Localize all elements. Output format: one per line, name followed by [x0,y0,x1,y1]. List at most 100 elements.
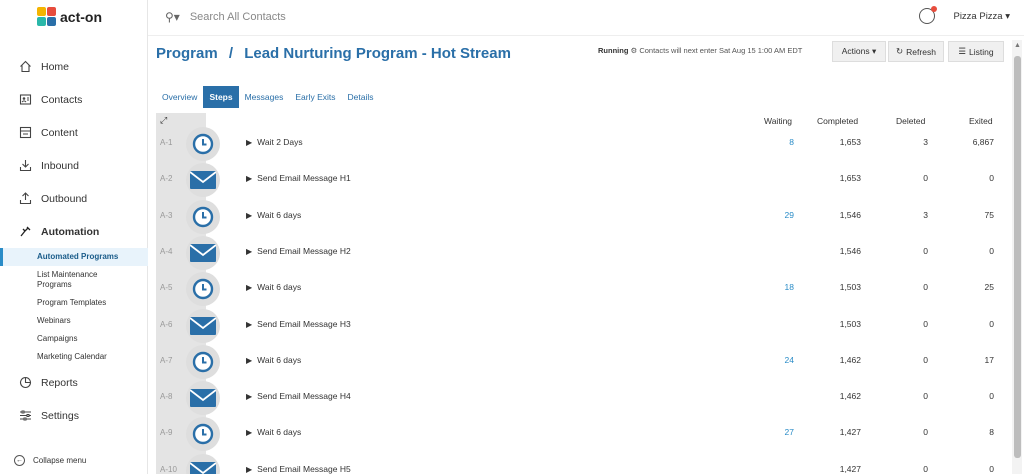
cell-waiting[interactable]: 18 [734,282,794,292]
step-name[interactable]: ▶ Wait 6 days [246,355,301,365]
breadcrumb: Program / Lead Nurturing Program - Hot S… [156,45,511,62]
subnav-webinars[interactable]: Webinars [0,312,148,330]
tab-early-exits[interactable]: Early Exits [289,86,341,108]
step-row[interactable]: A-1 ▶ Wait 2 Days 8 1,653 3 6,867 [156,126,1006,162]
cell-exited: 0 [989,391,994,402]
step-name-label: Wait 6 days [257,354,302,365]
gear-icon[interactable]: ⚙ [631,46,638,55]
subnav-program-templates[interactable]: Program Templates [0,294,148,312]
subnav-automated-programs[interactable]: Automated Programs [0,248,148,266]
breadcrumb-separator: / [228,45,234,62]
step-name[interactable]: ▶ Send Email Message H4 [246,391,351,401]
step-id: A-10 [160,464,177,474]
cell-completed: 1,503 [839,318,861,329]
tab-steps[interactable]: Steps [203,86,239,108]
expand-arrow-icon[interactable]: ▶ [246,320,252,329]
sidebar-item-settings[interactable]: Settings [0,399,148,432]
page-scrollbar[interactable]: ▲ [1012,40,1022,474]
clock-icon [186,344,220,379]
tab-overview[interactable]: Overview [156,86,203,108]
expand-arrow-icon[interactable]: ▶ [246,247,252,256]
scroll-up-icon[interactable]: ▲ [1014,42,1021,49]
home-icon [18,60,32,74]
step-row[interactable]: A-6 ▶ Send Email Message H3 1,503 0 0 [156,308,1006,344]
breadcrumb-root[interactable]: Program [156,45,218,62]
refresh-label: Refresh [906,46,936,57]
account-menu[interactable]: Pizza Pizza ▾ [953,11,1010,22]
step-name[interactable]: ▶ Wait 6 days [246,210,301,220]
expand-arrow-icon[interactable]: ▶ [246,211,252,220]
notifications-icon[interactable] [919,6,938,24]
cell-completed: 1,427 [839,463,861,474]
step-name-label: Wait 6 days [257,209,302,220]
step-row[interactable]: A-7 ▶ Wait 6 days 24 1,462 0 17 [156,344,1006,380]
sidebar-item-inbound[interactable]: Inbound [0,149,148,182]
step-row[interactable]: A-4 ▶ Send Email Message H2 1,546 0 0 [156,235,1006,271]
expand-arrow-icon[interactable]: ▶ [246,392,252,401]
subnav-marketing-calendar[interactable]: Marketing Calendar [0,348,148,366]
cell-exited: 0 [989,173,994,184]
scrollbar-thumb[interactable] [1014,56,1021,458]
sidebar-item-label: Content [41,126,78,139]
step-name[interactable]: ▶ Send Email Message H2 [246,246,351,256]
step-name[interactable]: ▶ Wait 2 Days [246,137,303,147]
listing-label: Listing [969,46,994,57]
step-name[interactable]: ▶ Send Email Message H5 [246,464,351,474]
step-name-label: Send Email Message H5 [257,463,351,474]
tab-details[interactable]: Details [342,86,380,108]
expand-arrow-icon[interactable]: ▶ [246,174,252,183]
sidebar-item-automation[interactable]: Automation [0,215,148,248]
expand-arrow-icon[interactable]: ▶ [246,465,252,474]
sidebar-item-label: Reports [41,376,78,389]
sidebar-item-outbound[interactable]: Outbound [0,182,148,215]
search-icon[interactable]: ⚲▾ [165,10,180,24]
listing-button[interactable]: ☰ Listing [948,41,1004,62]
step-row[interactable]: A-2 ▶ Send Email Message H1 1,653 0 0 [156,162,1006,198]
expand-arrow-icon[interactable]: ▶ [246,428,252,437]
cell-waiting[interactable]: 24 [734,355,794,365]
clock-icon [186,417,220,452]
cell-exited: 0 [989,463,994,474]
refresh-button[interactable]: ↻ Refresh [888,41,944,62]
cell-deleted: 0 [923,282,928,293]
cell-exited: 75 [984,209,994,220]
sidebar-item-content[interactable]: Content [0,116,148,149]
expand-arrow-icon[interactable]: ▶ [246,283,252,292]
subnav-list-maintenance-programs[interactable]: List Maintenance Programs [0,266,120,294]
step-name[interactable]: ▶ Wait 6 days [246,427,301,437]
search-box[interactable]: ⚲▾ Search All Contacts [165,10,286,24]
step-row[interactable]: A-10 ▶ Send Email Message H5 1,427 0 0 [156,453,1006,474]
page-title: Lead Nurturing Program - Hot Stream [244,45,511,62]
step-id: A-8 [160,392,173,402]
sidebar-item-home[interactable]: Home [0,50,148,83]
step-row[interactable]: A-9 ▶ Wait 6 days 27 1,427 0 8 [156,416,1006,452]
expand-icon[interactable]: ⤢ [160,115,167,126]
step-row[interactable]: A-3 ▶ Wait 6 days 29 1,546 3 75 [156,199,1006,235]
step-name[interactable]: ▶ Send Email Message H3 [246,319,351,329]
actions-button[interactable]: Actions ▾ [832,41,886,62]
sidebar-item-contacts[interactable]: Contacts [0,83,148,116]
expand-arrow-icon[interactable]: ▶ [246,356,252,365]
tab-messages[interactable]: Messages [239,86,290,108]
search-input[interactable]: Search All Contacts [190,11,286,23]
settings-icon [18,409,32,423]
program-status: Running ⚙ Contacts will next enter Sat A… [598,46,802,55]
account-area[interactable]: Pizza Pizza ▾ [919,6,1010,24]
cell-waiting[interactable]: 27 [734,427,794,437]
step-name[interactable]: ▶ Wait 6 days [246,282,301,292]
cell-waiting[interactable]: 8 [734,137,794,147]
step-id: A-9 [160,428,173,438]
expand-arrow-icon[interactable]: ▶ [246,138,252,147]
cell-waiting[interactable]: 29 [734,210,794,220]
act-on-logo[interactable]: act-on [37,5,102,29]
clock-icon [186,272,220,307]
outbound-icon [18,192,32,206]
status-state: Running [598,46,629,55]
step-row[interactable]: A-5 ▶ Wait 6 days 18 1,503 0 25 [156,271,1006,307]
step-row[interactable]: A-8 ▶ Send Email Message H4 1,462 0 0 [156,380,1006,416]
step-id: A-4 [160,246,173,256]
subnav-campaigns[interactable]: Campaigns [0,330,148,348]
sidebar-item-reports[interactable]: Reports [0,366,148,399]
step-name[interactable]: ▶ Send Email Message H1 [246,173,351,183]
collapse-menu-button[interactable]: ← Collapse menu [14,455,86,466]
